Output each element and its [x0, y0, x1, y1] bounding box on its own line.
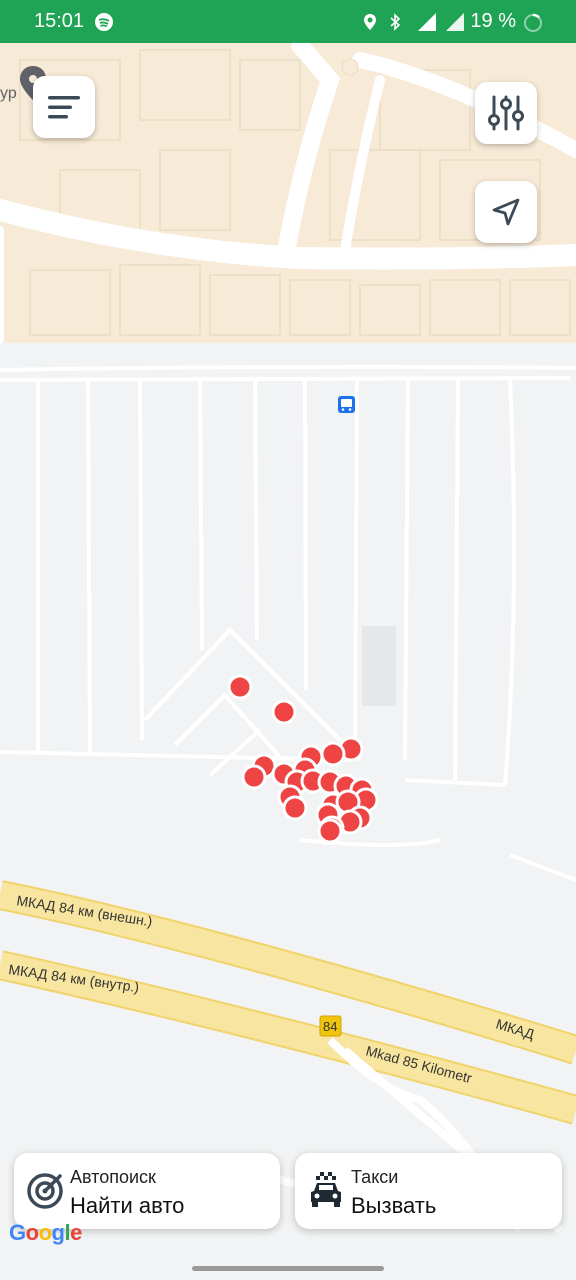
call-taxi-action: Вызвать	[351, 1193, 437, 1218]
highway-number: 84	[323, 1019, 337, 1034]
status-time: 15:01	[34, 10, 85, 32]
car-marker[interactable]	[317, 818, 343, 844]
menu-button[interactable]	[33, 76, 95, 138]
status-bar: 15:01 19 %	[0, 0, 576, 43]
location-icon	[364, 14, 376, 30]
highway-shield: 84	[319, 1015, 342, 1037]
home-indicator[interactable]	[192, 1266, 384, 1271]
partial-place-label: ур	[0, 85, 17, 102]
taxi-car-icon	[311, 1172, 341, 1207]
spotify-icon	[95, 13, 113, 31]
autosearch-label: Автопоиск	[70, 1167, 156, 1187]
battery-percent: 19 %	[470, 10, 516, 32]
car-marker[interactable]	[320, 741, 346, 767]
navigation-arrow-icon	[492, 198, 520, 226]
my-location-button[interactable]	[475, 181, 537, 243]
bus-stop-icon[interactable]	[338, 396, 355, 413]
filter-button[interactable]	[475, 82, 537, 144]
menu-icon	[48, 96, 80, 119]
car-marker[interactable]	[241, 764, 267, 790]
find-car-action: Найти авто	[70, 1193, 185, 1218]
battery-ring-icon	[524, 13, 542, 32]
signal-4g-icon	[418, 13, 436, 31]
google-logo: Google	[9, 1220, 82, 1245]
parking-structure	[362, 626, 396, 706]
taxi-label: Такси	[351, 1167, 399, 1187]
radar-icon	[27, 1173, 63, 1209]
signal-icon	[446, 13, 464, 31]
car-marker[interactable]	[227, 674, 253, 700]
autosearch-card[interactable]: Автопоиск Найти авто	[14, 1153, 280, 1229]
sliders-icon	[488, 95, 524, 131]
car-marker[interactable]	[271, 699, 297, 725]
bluetooth-icon	[390, 13, 401, 31]
car-marker[interactable]	[282, 795, 308, 821]
taxi-card[interactable]: Такси Вызвать	[295, 1153, 562, 1229]
